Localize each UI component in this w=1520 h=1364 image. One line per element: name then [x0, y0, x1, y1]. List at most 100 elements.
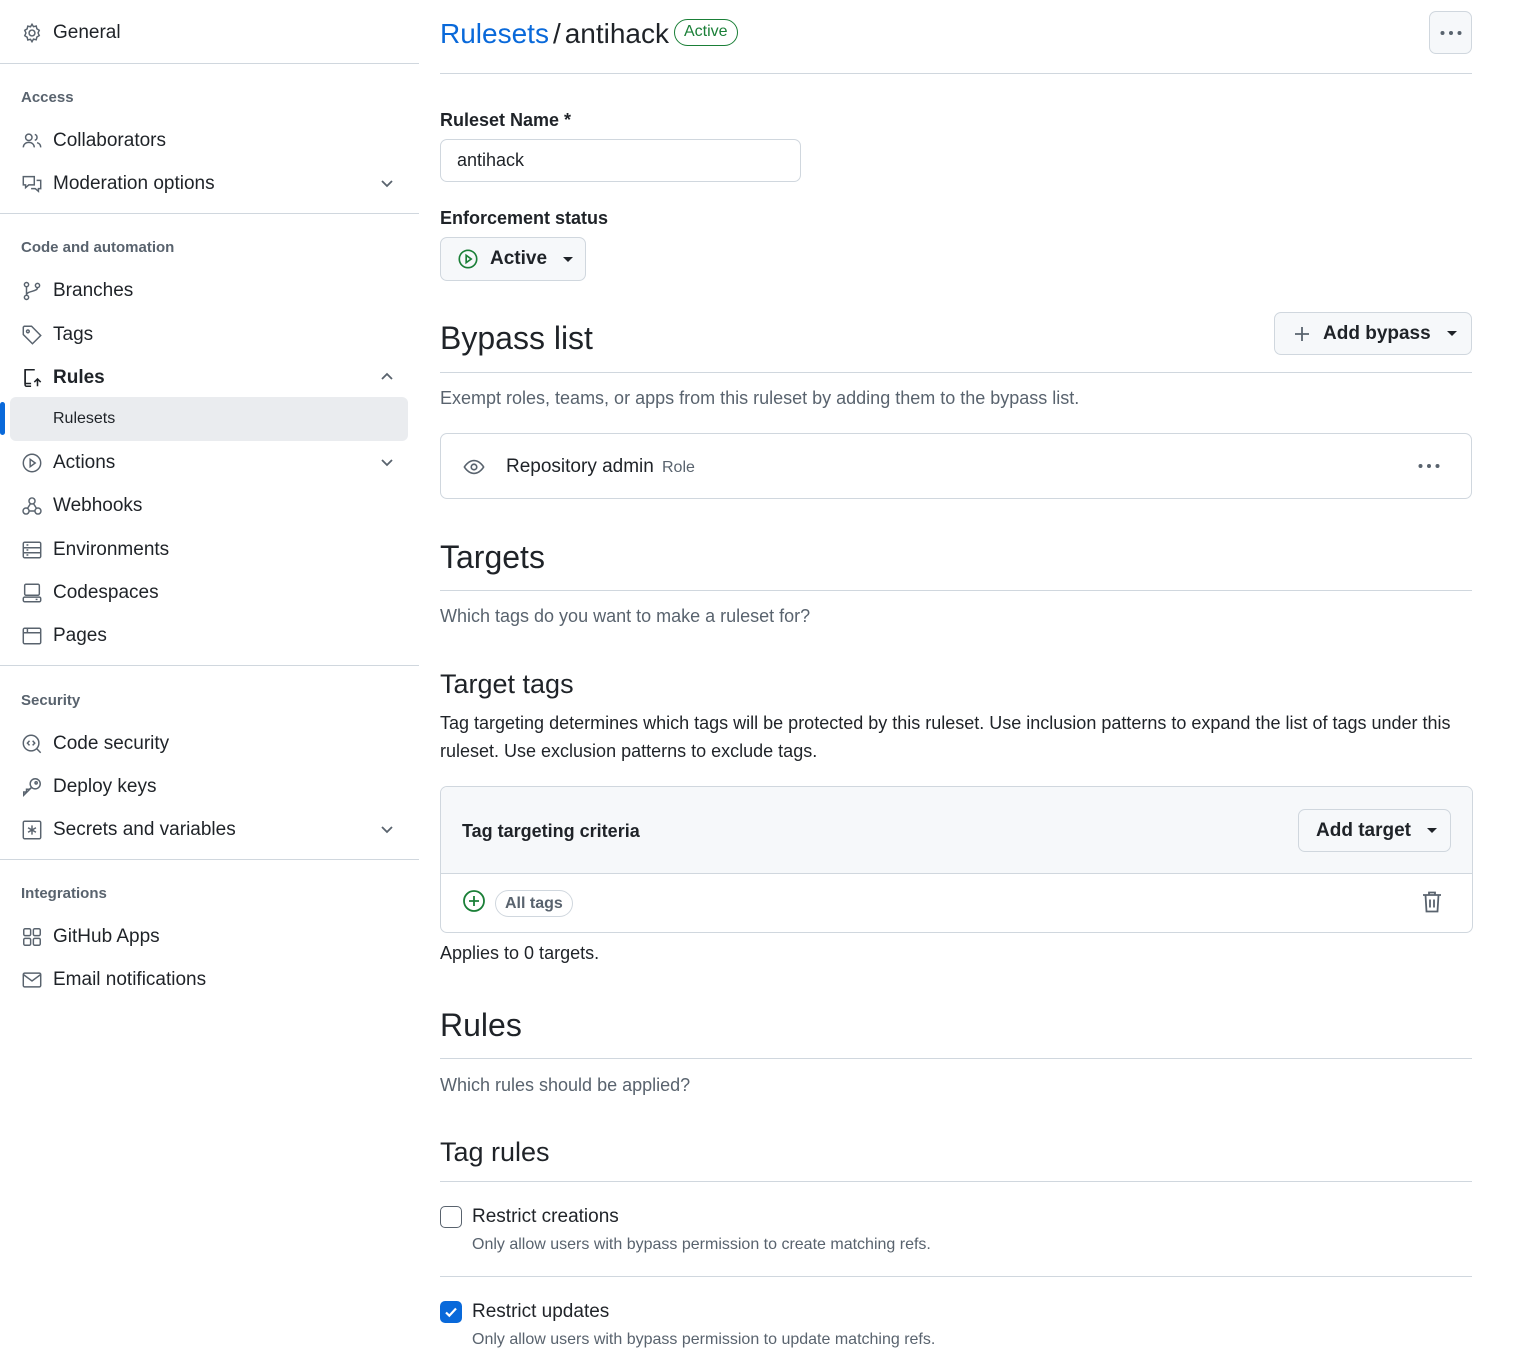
sidebar-item-label: Actions: [53, 452, 116, 473]
play-icon: [458, 249, 478, 269]
active-item-marker: [0, 402, 5, 435]
mail-icon: [21, 969, 43, 991]
tag-targeting-title: Tag targeting criteria: [462, 821, 640, 841]
eye-icon: [463, 459, 485, 475]
sidebar-item-label: Rulesets: [53, 410, 116, 427]
sidebar-item-rulesets[interactable]: Rulesets: [10, 397, 408, 441]
tag-icon: [21, 324, 43, 346]
sidebar-item-label: Codespaces: [53, 582, 159, 603]
sidebar-divider: [0, 859, 419, 860]
sidebar-item-general[interactable]: General: [10, 12, 408, 52]
chevron-down-icon[interactable]: [378, 174, 396, 192]
sidebar-item-label: Pages: [53, 625, 107, 646]
targets-title: Targets: [440, 539, 545, 575]
sidebar-item-codespaces[interactable]: Codespaces: [10, 572, 408, 612]
sidebar-item-label: Secrets and variables: [53, 819, 236, 840]
sidebar-item-label: Email notifications: [53, 969, 207, 990]
kebab-horizontal-icon[interactable]: [1417, 462, 1441, 470]
caret-down-icon: [1446, 331, 1457, 336]
sidebar-item-email-notifications[interactable]: Email notifications: [10, 959, 408, 999]
caret-down-icon: [1427, 828, 1437, 833]
sidebar-item-actions[interactable]: Actions: [10, 442, 408, 482]
settings-sidebar: General Access Collaborators Moderation …: [0, 0, 419, 1364]
sidebar-item-label: Collaborators: [53, 130, 166, 151]
webhook-icon: [21, 495, 43, 517]
sidebar-item-moderation[interactable]: Moderation options: [10, 163, 408, 203]
people-icon: [21, 130, 43, 152]
sidebar-item-label: Moderation options: [53, 173, 215, 194]
sidebar-item-webhooks[interactable]: Webhooks: [10, 485, 408, 525]
section-divider: [440, 590, 1472, 591]
sidebar-item-pages[interactable]: Pages: [10, 615, 408, 655]
rule-description: Only allow users with bypass permission …: [472, 1331, 936, 1348]
browser-icon: [21, 625, 43, 647]
restrict-creations-checkbox[interactable]: [440, 1206, 462, 1228]
chevron-up-icon[interactable]: [378, 368, 396, 386]
sidebar-item-label: Environments: [53, 539, 170, 560]
bypass-list-title: Bypass list: [440, 320, 593, 356]
section-divider: [440, 372, 1472, 373]
sidebar-item-branches[interactable]: Branches: [10, 270, 408, 310]
sidebar-item-label: General: [53, 22, 121, 43]
sidebar-divider: [0, 63, 419, 64]
status-badge: Active: [674, 19, 738, 46]
enforcement-status-dropdown[interactable]: Active: [440, 237, 586, 281]
gear-icon: [21, 22, 43, 44]
tag-targeting-header: Tag targeting criteria Add target: [441, 787, 1472, 874]
sidebar-item-label: GitHub Apps: [53, 926, 160, 947]
header-divider: [440, 73, 1472, 74]
codespaces-icon: [21, 582, 43, 604]
rule-description: Only allow users with bypass permission …: [472, 1236, 931, 1253]
add-target-button[interactable]: Add target: [1298, 809, 1451, 852]
sidebar-item-rules[interactable]: Rules: [10, 357, 408, 397]
caret-down-icon: [563, 256, 574, 262]
targets-applies-count: Applies to 0 targets.: [440, 943, 600, 963]
sidebar-item-tags[interactable]: Tags: [10, 314, 408, 354]
target-tags-description: Tag targeting determines which tags will…: [440, 713, 1451, 761]
rule-divider: [440, 1276, 1472, 1277]
more-options-button[interactable]: [1429, 11, 1472, 54]
sidebar-item-collaborators[interactable]: Collaborators: [10, 120, 408, 160]
check-icon: [445, 1307, 457, 1318]
breadcrumb-link-rulesets[interactable]: Rulesets: [440, 18, 549, 49]
sidebar-item-label: Webhooks: [53, 495, 143, 516]
add-bypass-button[interactable]: Add bypass: [1274, 312, 1472, 355]
breadcrumb-current: antihack: [564, 18, 670, 49]
breadcrumb-separator: /: [552, 18, 561, 49]
sidebar-item-code-security[interactable]: Code security: [10, 723, 408, 763]
targets-description: Which tags do you want to make a ruleset…: [440, 606, 811, 626]
bypass-list-entries: Repository admin Role: [440, 433, 1472, 499]
enforcement-status-label: Enforcement status: [440, 208, 609, 228]
bypass-entry-type: Role: [662, 459, 695, 476]
sidebar-heading-access: Access: [21, 89, 74, 106]
sidebar-item-deploy-keys[interactable]: Deploy keys: [10, 766, 408, 806]
server-icon: [21, 539, 43, 561]
plus-icon: [1295, 326, 1309, 341]
sidebar-item-github-apps[interactable]: GitHub Apps: [10, 916, 408, 956]
ruleset-name-input[interactable]: [440, 139, 801, 182]
trash-icon[interactable]: [1421, 890, 1443, 914]
plus-circle-icon: [463, 890, 485, 912]
comment-discussion-icon: [21, 173, 43, 195]
sidebar-item-secrets[interactable]: Secrets and variables: [10, 809, 408, 849]
chevron-down-icon[interactable]: [378, 453, 396, 471]
key-icon: [21, 776, 43, 798]
rule-title: Restrict updates: [472, 1301, 610, 1322]
chevron-down-icon[interactable]: [378, 820, 396, 838]
key-asterisk-icon: [21, 819, 43, 841]
git-branch-icon: [21, 280, 43, 302]
sidebar-item-label: Deploy keys: [53, 776, 157, 797]
rules-title: Rules: [440, 1007, 522, 1043]
target-tags-title: Target tags: [440, 669, 574, 699]
sidebar-item-environments[interactable]: Environments: [10, 529, 408, 569]
bypass-list-description: Exempt roles, teams, or apps from this r…: [440, 388, 1080, 408]
sidebar-item-label: Rules: [53, 367, 105, 388]
rules-description: Which rules should be applied?: [440, 1075, 691, 1095]
apps-icon: [21, 926, 43, 948]
rule-title: Restrict creations: [472, 1206, 619, 1227]
target-criteria-pill: All tags: [495, 890, 573, 917]
sidebar-divider: [0, 665, 419, 666]
bypass-entry-name: Repository admin: [506, 456, 654, 477]
restrict-updates-checkbox[interactable]: [440, 1301, 462, 1323]
section-divider: [440, 1058, 1472, 1059]
